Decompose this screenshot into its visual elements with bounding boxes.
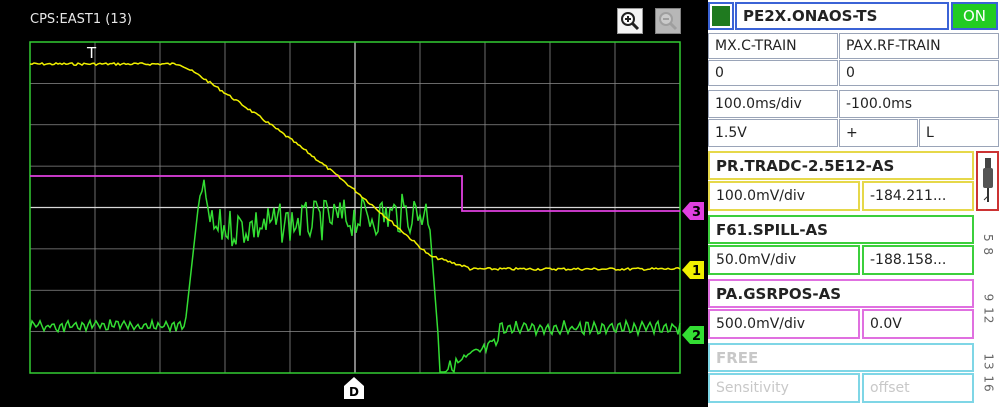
time-offset-field[interactable]: -100.0ms [839, 90, 999, 118]
svg-text:2: 2 [692, 329, 701, 344]
probe-button[interactable] [976, 151, 999, 211]
graticule [30, 42, 680, 373]
trigger-mode-field[interactable]: L [919, 119, 999, 147]
on-toggle-button[interactable]: ON [951, 2, 998, 30]
svg-text:3: 3 [692, 205, 701, 220]
device-name[interactable]: PE2X.ONAOS-TS [735, 2, 949, 30]
device-color-indicator[interactable] [708, 2, 734, 30]
control-panel: PE2X.ONAOS-TS ON MX.C-TRAIN PAX.RF-TRAIN… [708, 0, 1000, 407]
plot-area[interactable]: T 3 1 2 D [0, 0, 708, 407]
channel-tab-13-16[interactable]: 13 16 [977, 343, 1000, 403]
train-left-value[interactable]: 0 [708, 60, 838, 86]
train-right-label[interactable]: PAX.RF-TRAIN [839, 33, 999, 59]
delay-marker[interactable]: D [344, 377, 364, 399]
channel-2-offset[interactable]: -188.158... [862, 245, 974, 275]
channel-marker-2[interactable]: 2 [682, 326, 704, 344]
train-right-value[interactable]: 0 [839, 60, 999, 86]
channel-3-sensitivity[interactable]: 500.0mV/div [708, 309, 860, 339]
trigger-slope-field[interactable]: + [839, 119, 918, 147]
channel-4-name[interactable]: FREE [708, 343, 974, 372]
channel-marker-1[interactable]: 1 [682, 261, 704, 279]
channel-1-sensitivity[interactable]: 100.0mV/div [708, 181, 860, 211]
svg-text:D: D [349, 385, 359, 399]
channel-3-name[interactable]: PA.GSRPOS-AS [708, 279, 974, 308]
train-left-label[interactable]: MX.C-TRAIN [708, 33, 838, 59]
timebase-field[interactable]: 100.0ms/div [708, 90, 838, 118]
channel-2-name[interactable]: F61.SPILL-AS [708, 215, 974, 244]
channel-1-offset[interactable]: -184.211... [862, 181, 974, 211]
channel-3-offset[interactable]: 0.0V [862, 309, 974, 339]
trigger-level-field[interactable]: 1.5V [708, 119, 838, 147]
channel-tab-5-8[interactable]: 5 8 [977, 215, 1000, 275]
probe-icon [982, 158, 993, 202]
trigger-marker[interactable]: T [86, 44, 97, 62]
channel-4-offset[interactable]: offset [862, 373, 974, 403]
channel-tab-9-12[interactable]: 9 12 [977, 279, 1000, 339]
svg-text:1: 1 [692, 264, 701, 279]
channel-4-sensitivity[interactable]: Sensitivity [708, 373, 860, 403]
oscilloscope-display[interactable]: CPS:EAST1 (13) T 3 1 2 D [0, 0, 708, 407]
channel-1-name[interactable]: PR.TRADC-2.5E12-AS [708, 151, 974, 180]
channel-2-sensitivity[interactable]: 50.0mV/div [708, 245, 860, 275]
channel-marker-3[interactable]: 3 [682, 202, 704, 220]
